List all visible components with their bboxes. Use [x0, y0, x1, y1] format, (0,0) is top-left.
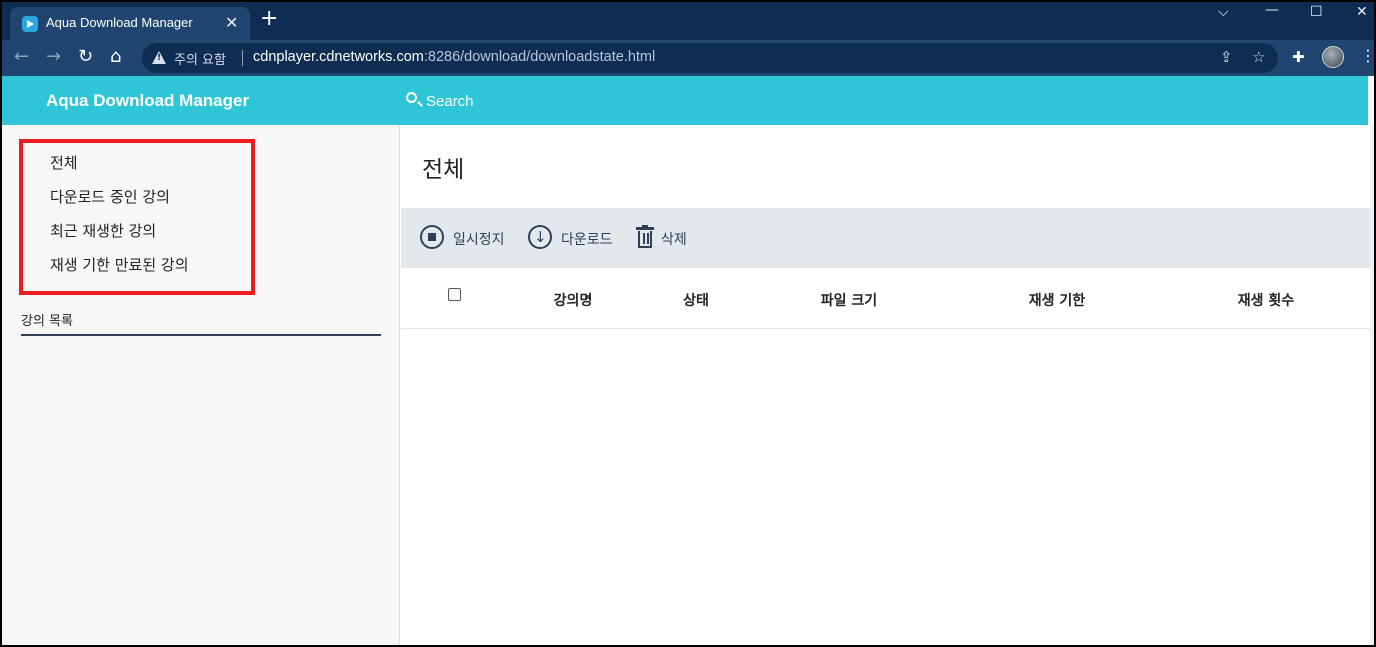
pause-stop-icon [420, 225, 444, 249]
search-box [402, 89, 602, 113]
column-header-file-size[interactable]: 파일 크기 [821, 290, 877, 310]
action-bar: 일시정지 ↓ 다운로드 삭제 [401, 208, 1370, 268]
reload-icon[interactable]: ↻ [78, 46, 93, 67]
download-label: 다운로드 [561, 232, 613, 248]
home-icon[interactable]: ⌂ [110, 46, 121, 67]
url-text[interactable]: cdnplayer.cdnetworks.com:8286/download/d… [253, 49, 655, 65]
browser-toolbar: ← → ↻ ⌂ 주의 요함 cdnplayer.cdnetworks.com:8… [2, 40, 1374, 76]
sidebar: 전체 다운로드 중인 강의 최근 재생한 강의 재생 기한 만료된 강의 강의 … [2, 125, 400, 645]
tab-strip: Aqua Download Manager ✕ + ⌵ — ☐ ✕ [2, 2, 1374, 40]
search-input[interactable] [426, 89, 596, 113]
app-header: Aqua Download Manager [2, 76, 1368, 125]
browser-menu-icon[interactable]: ⋮ [1360, 46, 1374, 65]
search-icon [406, 92, 417, 103]
warning-icon [152, 51, 166, 64]
share-icon[interactable]: ⇪ [1220, 48, 1233, 66]
download-arrow-icon: ↓ [528, 225, 552, 249]
column-header-expiry[interactable]: 재생 기한 [1029, 290, 1085, 310]
main-content: 전체 일시정지 ↓ 다운로드 삭제 강의명 상태 파일 크기 재생 기한 재생 … [401, 125, 1370, 645]
tab-search-chevron-icon[interactable]: ⌵ [1218, 4, 1229, 20]
sidebar-item-recently-played[interactable]: 최근 재생한 강의 [50, 220, 156, 241]
select-all-checkbox[interactable] [448, 288, 461, 301]
bookmark-star-icon[interactable]: ☆ [1252, 48, 1265, 66]
browser-window: Aqua Download Manager ✕ + ⌵ — ☐ ✕ ← → ↻ … [0, 0, 1376, 647]
trash-icon [636, 225, 654, 249]
maximize-icon[interactable]: ☐ [1310, 4, 1323, 20]
app-title: Aqua Download Manager [46, 91, 250, 110]
forward-arrow-icon[interactable]: → [46, 46, 61, 67]
minimize-icon[interactable]: — [1265, 2, 1279, 18]
close-window-icon[interactable]: ✕ [1356, 4, 1368, 20]
page-title: 전체 [422, 157, 465, 183]
table-header: 강의명 상태 파일 크기 재생 기한 재생 횟수 [401, 268, 1370, 329]
delete-label: 삭제 [661, 232, 687, 248]
url-host: cdnplayer.cdnetworks.com [253, 49, 424, 65]
sidebar-item-downloading[interactable]: 다운로드 중인 강의 [50, 186, 170, 207]
sidebar-item-expired[interactable]: 재생 기한 만료된 강의 [50, 254, 189, 275]
play-favicon-icon [22, 16, 38, 32]
tab-title: Aqua Download Manager [46, 15, 193, 30]
section-underline [21, 334, 381, 336]
column-header-play-count[interactable]: 재생 횟수 [1238, 290, 1294, 310]
pause-label: 일시정지 [453, 232, 505, 248]
back-arrow-icon[interactable]: ← [14, 46, 29, 67]
lecture-list-title[interactable]: 강의 목록 [21, 310, 73, 329]
new-tab-icon[interactable]: + [260, 8, 278, 30]
column-header-status[interactable]: 상태 [683, 290, 709, 310]
address-bar[interactable]: 주의 요함 cdnplayer.cdnetworks.com:8286/down… [142, 43, 1278, 73]
url-path: :8286/download/downloadstate.html [423, 49, 656, 65]
browser-tab[interactable]: Aqua Download Manager ✕ [10, 7, 250, 40]
security-warning[interactable]: 주의 요함 [174, 49, 226, 68]
extensions-puzzle-icon[interactable]: ✚ [1292, 48, 1305, 66]
address-divider [242, 50, 243, 66]
scrollbar[interactable] [1370, 125, 1374, 645]
profile-avatar[interactable] [1322, 46, 1344, 68]
sidebar-item-all[interactable]: 전체 [50, 152, 78, 173]
column-header-title[interactable]: 강의명 [554, 290, 593, 310]
close-tab-icon[interactable]: ✕ [225, 13, 238, 32]
